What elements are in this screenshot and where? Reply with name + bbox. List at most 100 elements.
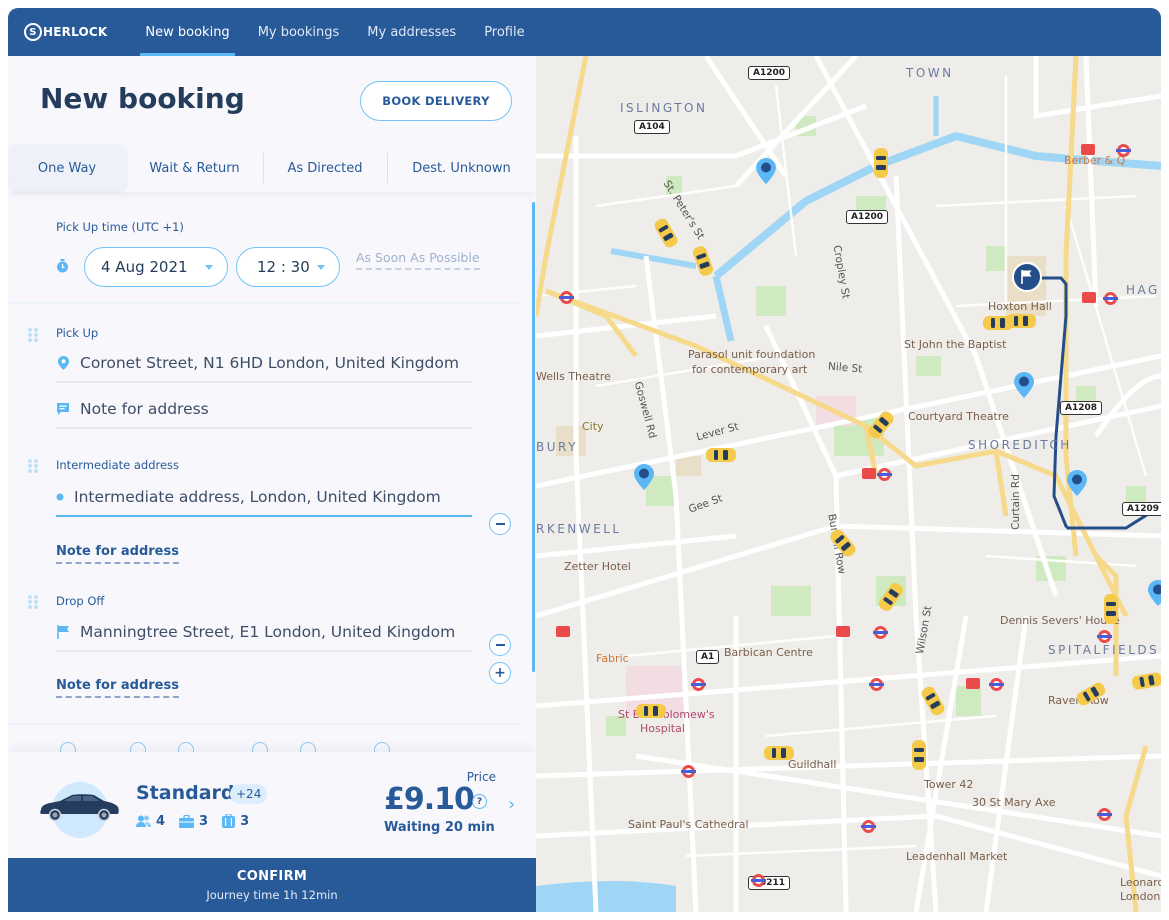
underground-station-icon	[861, 820, 876, 833]
nav-tab-profile[interactable]: Profile	[470, 8, 538, 56]
underground-station-icon	[1116, 144, 1131, 157]
drag-handle-icon[interactable]	[28, 595, 38, 609]
rail-station-icon	[836, 626, 850, 637]
district-label: SHOREDITCH	[968, 438, 1072, 452]
pickup-address-input[interactable]: Coronet Street, N1 6HD London, United Ki…	[56, 354, 472, 383]
location-pin-icon[interactable]	[1014, 372, 1034, 398]
place-label: City	[582, 420, 604, 433]
nav-tab-label: New booking	[145, 24, 230, 40]
price-help-icon[interactable]: ?	[472, 794, 487, 809]
taxi-icon	[1104, 594, 1118, 624]
tab-label: Wait & Return	[149, 160, 240, 176]
underground-bar	[681, 770, 696, 773]
location-pin-icon[interactable]	[1067, 470, 1087, 496]
district-label: SPITALFIELDS	[1048, 643, 1160, 657]
tab-label: As Directed	[287, 160, 363, 176]
taxi-icon	[636, 704, 666, 718]
intermediate-address-input[interactable]: Intermediate address, London, United Kin…	[56, 488, 472, 517]
place-label: Dennis Severs' House	[1000, 614, 1120, 627]
taxi-icon	[874, 148, 888, 178]
destination-flag-marker[interactable]	[1012, 262, 1042, 292]
pickup-date-select[interactable]: 4 Aug 2021	[84, 247, 228, 287]
intermediate-label: Intermediate address	[56, 458, 180, 472]
pickup-time-label: Pick Up time (UTC +1)	[56, 220, 184, 234]
underground-station-icon	[873, 626, 888, 639]
rail-station-icon	[862, 468, 876, 479]
place-label: Wells Theatre	[536, 370, 611, 383]
chevron-right-icon[interactable]: ›	[508, 794, 515, 815]
dropoff-note-link[interactable]: Note for address	[56, 678, 179, 698]
rail-station-icon	[966, 678, 980, 689]
scrollbar-thumb[interactable]	[532, 202, 535, 672]
sherlock-logo[interactable]: S HERLOCK	[24, 23, 107, 41]
remove-stop-button[interactable]	[489, 513, 511, 535]
underground-bar	[751, 879, 766, 882]
comment-icon	[56, 402, 70, 416]
tab-as-directed[interactable]: As Directed	[263, 145, 387, 191]
nav-tab-my-bookings[interactable]: My bookings	[244, 8, 354, 56]
remove-stop-button[interactable]	[489, 634, 511, 656]
underground-station-icon	[751, 874, 766, 887]
pickup-time-select[interactable]: 12 : 30	[236, 247, 340, 287]
location-pin-icon[interactable]	[756, 158, 776, 184]
drag-handle-icon[interactable]	[28, 459, 38, 473]
underground-bar	[877, 473, 892, 476]
top-navigation: S HERLOCK New booking My bookings My add…	[8, 8, 1161, 56]
add-stop-button[interactable]: +	[489, 662, 511, 684]
road-shield: A1200	[846, 210, 889, 224]
trip-type-tabs: One Way Wait & Return As Directed Dest. …	[8, 144, 536, 192]
intermediate-address-value: Intermediate address, London, United Kin…	[74, 488, 441, 506]
pickup-note-input[interactable]: Note for address	[56, 400, 472, 429]
plus-icon: +	[494, 665, 506, 681]
place-label: Leonardo	[1120, 876, 1161, 889]
district-label: TOWN	[906, 66, 954, 80]
tab-label: One Way	[37, 160, 97, 176]
place-label: London To	[1120, 890, 1161, 903]
confirm-button[interactable]: CONFIRM Journey time 1h 12min	[8, 858, 536, 912]
nav-tab-my-addresses[interactable]: My addresses	[353, 8, 470, 56]
tab-wait-return[interactable]: Wait & Return	[126, 145, 263, 191]
briefcase-count: 3	[199, 814, 209, 829]
book-delivery-button[interactable]: BOOK DELIVERY	[360, 81, 512, 121]
tab-dest-unknown[interactable]: Dest. Unknown	[387, 145, 536, 191]
tab-label: Dest. Unknown	[412, 160, 511, 176]
pickup-date-value: 4 Aug 2021	[101, 258, 188, 276]
confirm-label: CONFIRM	[236, 868, 308, 884]
rail-station-icon	[1081, 144, 1095, 155]
vehicle-count-badge: +24	[230, 784, 268, 804]
underground-station-icon	[869, 678, 884, 691]
river-thames	[536, 881, 676, 912]
location-pin-icon[interactable]	[634, 464, 654, 490]
road-shield: A1208	[1060, 401, 1103, 415]
location-pin-icon[interactable]	[1148, 580, 1161, 606]
pickup-note-placeholder: Note for address	[80, 400, 209, 418]
place-label: Parasol unit foundation	[688, 348, 816, 361]
place-label: Saint Paul's Cathedral	[628, 818, 749, 831]
logo-pin-icon: S	[24, 23, 42, 41]
underground-bar	[1097, 813, 1112, 816]
dot-icon	[56, 493, 64, 501]
suitcase-capacity: 3	[222, 814, 249, 829]
nav-tab-new-booking[interactable]: New booking	[131, 8, 243, 56]
drag-handle-icon[interactable]	[28, 328, 38, 342]
map-view[interactable]: TOWN ISLINGTON HAG SHOREDITCH BURY RKENW…	[536, 56, 1161, 912]
dropoff-label: Drop Off	[56, 594, 105, 608]
nav-tab-label: My addresses	[367, 24, 457, 40]
tab-one-way[interactable]: One Way	[8, 145, 126, 191]
chevron-down-icon	[317, 265, 325, 270]
district-label: RKENWELL	[536, 522, 622, 536]
price-value: £9.10	[384, 782, 475, 817]
intermediate-note-link[interactable]: Note for address	[56, 544, 179, 564]
logo-initial: S	[29, 26, 37, 38]
chevron-down-icon	[205, 265, 213, 270]
nav-tab-label: Profile	[484, 24, 525, 40]
taxi-icon	[912, 740, 926, 770]
waiting-time: Waiting 20 min	[384, 820, 495, 835]
vehicle-card[interactable]: Standard +24 4 3 3 Price £9.10 ? Waiting…	[8, 752, 536, 858]
underground-station-icon	[877, 468, 892, 481]
taxi-icon	[706, 448, 736, 462]
dropoff-address-input[interactable]: Manningtree Street, E1 London, United Ki…	[56, 623, 472, 652]
passenger-capacity: 4	[136, 814, 165, 829]
district-label: BURY	[536, 440, 578, 454]
asap-link[interactable]: As Soon As Possible	[356, 250, 480, 270]
